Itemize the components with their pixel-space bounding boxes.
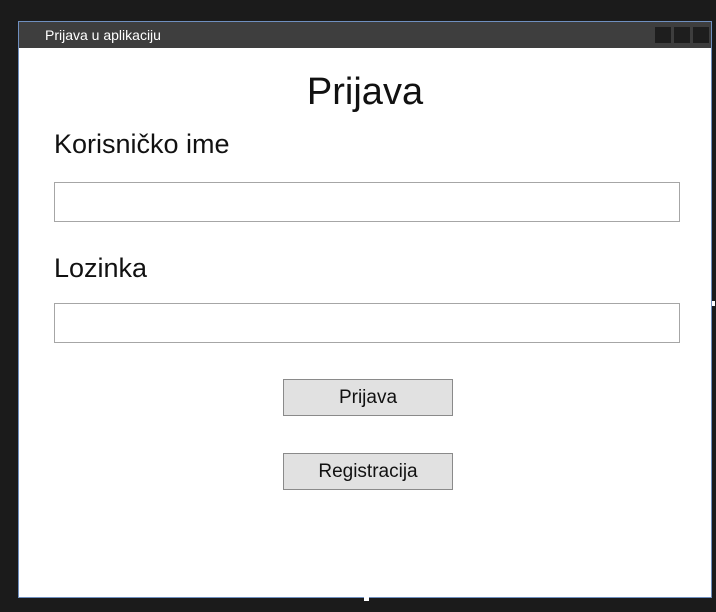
- page-title: Prijava: [306, 71, 424, 113]
- username-label: Korisničko ime: [54, 129, 230, 159]
- window-controls: [655, 27, 709, 43]
- password-field[interactable]: [54, 303, 680, 343]
- register-button[interactable]: Registracija: [283, 453, 453, 490]
- login-window: Prijava u aplikaciju Prijava Korisničko …: [18, 21, 715, 601]
- username-field[interactable]: [54, 182, 680, 222]
- title-bar[interactable]: Prijava u aplikaciju: [19, 22, 711, 48]
- right-resize-handle[interactable]: [712, 301, 715, 306]
- bottom-resize-handle[interactable]: [364, 596, 369, 601]
- close-icon[interactable]: [693, 27, 709, 43]
- window-title: Prijava u aplikaciju: [45, 27, 161, 43]
- maximize-icon[interactable]: [674, 27, 690, 43]
- desktop-background: Prijava u aplikaciju Prijava Korisničko …: [0, 0, 716, 612]
- minimize-icon[interactable]: [655, 27, 671, 43]
- password-label: Lozinka: [54, 253, 148, 283]
- login-button[interactable]: Prijava: [283, 379, 453, 416]
